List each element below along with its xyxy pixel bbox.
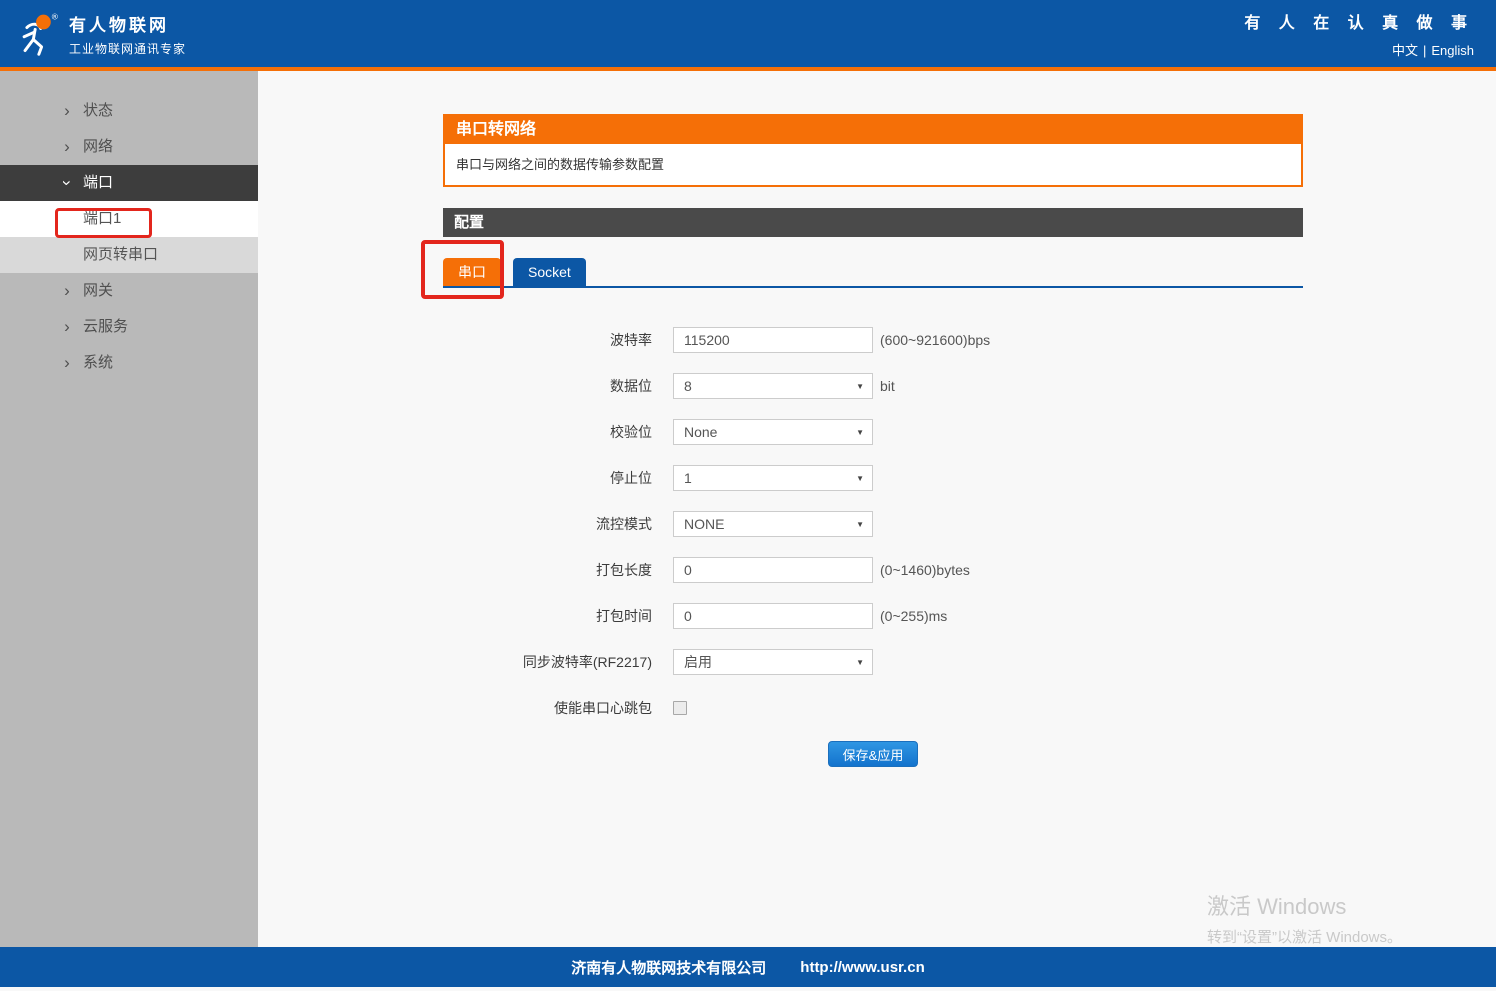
data-bits-select[interactable]: 8▼	[673, 373, 873, 399]
lang-divider: |	[1423, 43, 1426, 58]
brand: ® 有人物联网 工业物联网通讯专家	[14, 10, 186, 58]
pack-time-input[interactable]	[673, 603, 873, 629]
footer-url-link[interactable]: http://www.usr.cn	[800, 959, 924, 976]
section-config-header: 配置	[443, 208, 1303, 237]
sync-baudrate-rf2217-label: 同步波特率(RF2217)	[443, 652, 652, 672]
dropdown-arrow-icon: ▼	[856, 382, 864, 391]
sidebar-item-port[interactable]: ›端口	[0, 165, 258, 201]
dropdown-arrow-icon: ▼	[856, 474, 864, 483]
baud-rate-hint: (600~921600)bps	[880, 332, 990, 348]
parity-select[interactable]: None ▼	[673, 419, 873, 445]
sidebar-item-status[interactable]: › 状态	[0, 93, 258, 129]
serial-heartbeat-checkbox[interactable]	[673, 701, 687, 715]
chevron-right-icon: ›	[60, 345, 74, 381]
brand-subtitle: 工业物联网通讯专家	[69, 40, 186, 57]
pack-length-label: 打包长度	[443, 560, 652, 580]
baud-rate-input[interactable]	[673, 327, 873, 353]
chevron-right-icon: ›	[60, 93, 74, 129]
flow-control-label: 流控模式	[443, 514, 652, 534]
data-bits-selected-value: 8	[684, 378, 692, 394]
sidebar-item-label: 端口1	[83, 210, 121, 227]
brand-text: 有人物联网 工业物联网通讯专家	[69, 11, 186, 57]
content-panel: 串口转网络 串口与网络之间的数据传输参数配置 配置 串口 Socket 波特率 (6…	[443, 71, 1303, 767]
chevron-right-icon: ›	[60, 273, 74, 309]
parity-label: 校验位	[443, 422, 652, 442]
parity-selected-value: None	[684, 424, 717, 440]
dropdown-arrow-icon: ▼	[856, 428, 864, 437]
sidebar-item-cloud-service[interactable]: › 云服务	[0, 309, 258, 345]
lang-english-link[interactable]: English	[1431, 43, 1474, 58]
page: ® 有人物联网 工业物联网通讯专家 有 人 在 认 真 做 事 中文 | Engli…	[0, 0, 1496, 991]
stop-bits-selected-value: 1	[684, 470, 692, 486]
form-row-parity: 校验位 None ▼	[443, 419, 1303, 445]
sidebar-item-label: 状态	[83, 102, 113, 119]
form-row-flow-control: 流控模式 NONE ▼	[443, 511, 1303, 537]
watermark-line1: 激活 Windows	[1207, 889, 1402, 921]
tab-socket[interactable]: Socket	[513, 258, 586, 286]
pack-time-label: 打包时间	[443, 606, 652, 626]
sidebar-item-system[interactable]: › 系统	[0, 345, 258, 381]
data-bits-hint: bit	[880, 378, 895, 394]
main-area: 串口转网络 串口与网络之间的数据传输参数配置 配置 串口 Socket 波特率 (6…	[258, 71, 1496, 947]
stop-bits-select[interactable]: 1▼	[673, 465, 873, 491]
page-title: 串口转网络	[445, 116, 1301, 144]
chevron-right-icon: ›	[60, 129, 74, 165]
sidebar-item-port-1[interactable]: 端口1	[0, 201, 258, 237]
flow-control-selected-value: NONE	[684, 516, 724, 532]
pack-length-hint: (0~1460)bytes	[880, 562, 970, 578]
save-apply-button[interactable]: 保存&应用	[828, 741, 918, 767]
page-title-box: 串口转网络 串口与网络之间的数据传输参数配置	[443, 114, 1303, 187]
sidebar-item-network[interactable]: › 网络	[0, 129, 258, 165]
sync-baudrate-rf2217-select[interactable]: 启用 ▼	[673, 649, 873, 675]
dropdown-arrow-icon: ▼	[856, 520, 864, 529]
form-row-stop-bits: 停止位1▼	[443, 465, 1303, 491]
chevron-right-icon: ›	[60, 309, 74, 345]
svg-text:®: ®	[52, 12, 58, 21]
lang-chinese-link[interactable]: 中文	[1392, 43, 1418, 58]
footer: 济南有人物联网技术有限公司 http://www.usr.cn	[0, 947, 1496, 987]
slogan: 有 人 在 认 真 做 事	[1244, 9, 1474, 33]
language-switch: 中文 | English	[1244, 40, 1474, 59]
page-description: 串口与网络之间的数据传输参数配置	[445, 144, 1301, 185]
form-row-serial-heartbeat: 使能串口心跳包	[443, 695, 1303, 721]
flow-control-select[interactable]: NONE ▼	[673, 511, 873, 537]
data-bits-label: 数据位	[443, 376, 652, 396]
form-row-pack-time: 打包时间 (0~255)ms	[443, 603, 1303, 629]
baud-rate-label: 波特率	[443, 330, 652, 350]
form-row-pack-length: 打包长度 (0~1460)bytes	[443, 557, 1303, 583]
sidebar-item-web-to-serial[interactable]: 网页转串口	[0, 237, 258, 273]
sidebar-item-label: 网络	[83, 138, 113, 155]
footer-company: 济南有人物联网技术有限公司	[571, 957, 766, 978]
sidebar-item-gateway[interactable]: › 网关	[0, 273, 258, 309]
brand-title: 有人物联网	[69, 11, 186, 36]
form-row-sync-baudrate-rf2217: 同步波特率(RF2217) 启用 ▼	[443, 649, 1303, 675]
tab-bar: 串口 Socket	[443, 258, 1303, 288]
dropdown-arrow-icon: ▼	[856, 658, 864, 667]
form-row-baud-rate: 波特率 (600~921600)bps	[443, 327, 1303, 353]
sidebar-item-label: 网页转串口	[83, 246, 158, 263]
sidebar-nav: ›状态›网络›端口端口1网页转串口›网关›云服务›系统	[0, 71, 258, 947]
usr-logo-icon: ®	[14, 10, 60, 58]
tab-serial[interactable]: 串口	[443, 258, 501, 286]
serial-config-form: 波特率(600~921600)bps数据位8▼bit校验位None▼停止位1▼流…	[443, 327, 1303, 721]
sidebar-item-label: 云服务	[83, 318, 128, 335]
stop-bits-label: 停止位	[443, 468, 652, 488]
chevron-down-icon: ›	[49, 176, 85, 190]
serial-heartbeat-label: 使能串口心跳包	[443, 698, 652, 718]
watermark-line2: 转到“设置”以激活 Windows。	[1207, 926, 1402, 947]
sidebar-item-label: 端口	[83, 174, 113, 191]
sidebar-item-label: 网关	[83, 282, 113, 299]
sync-baudrate-rf2217-selected-value: 启用	[684, 652, 712, 672]
pack-length-input[interactable]	[673, 557, 873, 583]
pack-time-hint: (0~255)ms	[880, 608, 947, 624]
header-right: 有 人 在 认 真 做 事 中文 | English	[1244, 9, 1474, 59]
save-row: 保存&应用	[443, 741, 1303, 767]
windows-activation-watermark: 激活 Windows 转到“设置”以激活 Windows。	[1207, 889, 1402, 947]
top-header: ® 有人物联网 工业物联网通讯专家 有 人 在 认 真 做 事 中文 | Engli…	[0, 0, 1496, 71]
sidebar-item-label: 系统	[83, 354, 113, 371]
form-row-data-bits: 数据位8▼bit	[443, 373, 1303, 399]
